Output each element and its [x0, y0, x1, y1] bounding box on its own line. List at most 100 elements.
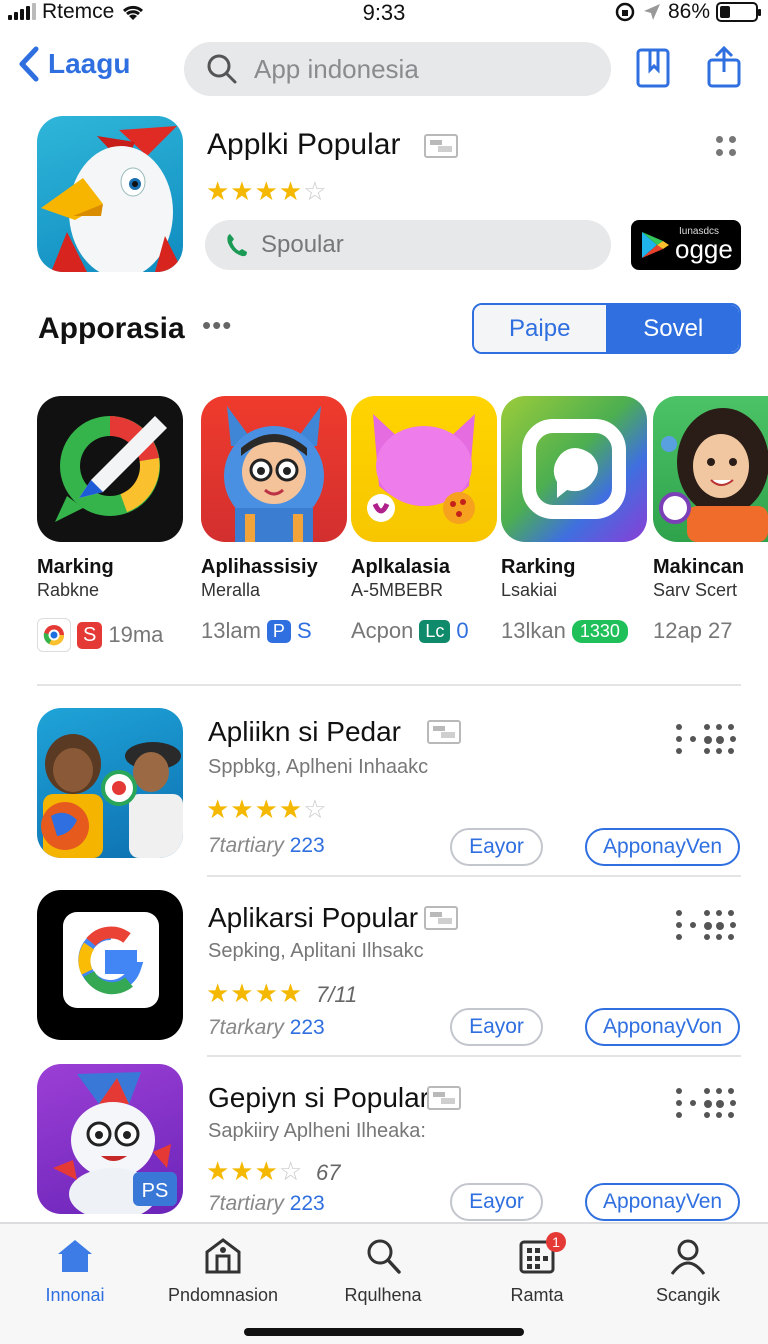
list-item-date: 7tartiary 223: [208, 1192, 325, 1216]
list-item-date-number: 223: [289, 1192, 325, 1215]
app-card[interactable]: Aplihassisiy Meralla 13lam P S: [201, 396, 351, 643]
search-icon: [367, 1239, 401, 1274]
location-icon: [643, 4, 660, 20]
featured-app-icon[interactable]: [37, 116, 183, 272]
get-button[interactable]: ApponayVen: [585, 828, 740, 866]
list-app-icon[interactable]: [37, 708, 183, 858]
card-badge: 1330: [571, 619, 628, 643]
card-name: Rarking: [501, 556, 576, 578]
notification-badge: 1: [546, 1232, 566, 1252]
more-icon[interactable]: [676, 1088, 738, 1118]
list-item-date-label: 7tarkary: [208, 1016, 284, 1039]
camera-app-icon[interactable]: [501, 396, 647, 542]
list-item-subtitle: Sppbkg, Aplheni Inhaakc: [208, 756, 429, 778]
hooded-kid-app-icon[interactable]: [201, 396, 347, 542]
list-item-rating-stars: ★★★★☆: [206, 794, 328, 824]
snowman-mascot-icon: PS: [53, 1072, 177, 1214]
card-badge: Lc: [419, 619, 451, 643]
girl-avatar-app-icon[interactable]: [653, 396, 768, 542]
card-meta: S 19ma: [37, 618, 163, 652]
secondary-button[interactable]: Eayor: [450, 828, 543, 866]
tab-search[interactable]: Rqulhena: [308, 1236, 458, 1306]
list-item-rating-stars: ★★★★: [206, 978, 304, 1008]
tab-store[interactable]: Pndomnasion: [148, 1236, 298, 1306]
featured-rating-stars: ★★★★☆: [206, 176, 328, 206]
card-meta-text: Acpon: [351, 618, 414, 643]
secondary-button[interactable]: Eayor: [450, 1183, 543, 1221]
featured-text-field[interactable]: [261, 231, 561, 259]
share-icon[interactable]: [706, 46, 742, 88]
hooded-kid-icon: [224, 406, 324, 542]
more-icon[interactable]: [676, 724, 738, 754]
pink-cat-app-icon[interactable]: [351, 396, 497, 542]
list-item-rating-stars: ★★★☆: [206, 1156, 304, 1186]
segment-paipe[interactable]: Paipe: [474, 305, 608, 352]
badge-text: ogge: [675, 234, 733, 264]
card-subtitle: Rabkne: [37, 580, 100, 600]
card-badge: S: [77, 621, 103, 649]
bird-mascot-icon: [41, 126, 183, 272]
tab-label: Rqulhena: [344, 1285, 422, 1305]
chevron-left-icon: [19, 46, 39, 82]
row-divider: [207, 1055, 741, 1057]
card-subtitle: Meralla: [201, 580, 261, 600]
tab-apps[interactable]: 1 Ramta: [462, 1232, 612, 1306]
app-card[interactable]: Aplkalasia A​-5MBEBR Acpon Lc 0: [351, 396, 501, 643]
more-icon[interactable]: [676, 910, 738, 940]
chrome-icon: [37, 618, 71, 652]
info-card-icon: [427, 720, 461, 744]
app-card[interactable]: Makincan Sarv Scert 12ap 27: [653, 396, 768, 643]
chat-pen-app-icon[interactable]: [37, 396, 183, 542]
list-item-date-label: 7tartiary: [208, 834, 284, 857]
tab-label: Scangik: [655, 1285, 721, 1305]
segment-sovel[interactable]: Sovel: [607, 305, 739, 352]
battery-icon: [716, 2, 761, 22]
tab-profile[interactable]: Scangik: [613, 1236, 763, 1306]
more-icon[interactable]: [716, 136, 738, 158]
search-input[interactable]: [254, 53, 574, 85]
card-name: Makincan: [653, 556, 745, 578]
tab-bar: Innonai Pndomnasion Rqulhena 1 Ramta Sca…: [0, 1222, 768, 1344]
info-card-icon: [424, 906, 458, 930]
list-item-date-label: 7tartiary: [208, 1192, 284, 1215]
home-indicator: [244, 1328, 524, 1336]
secondary-button[interactable]: Eayor: [450, 1008, 543, 1046]
search-icon: [207, 54, 237, 84]
info-card-icon: [427, 1086, 461, 1110]
back-label: Laagu: [48, 48, 131, 79]
google-play-badge[interactable]: Iunasdcs ogge: [631, 220, 741, 270]
card-name: Aplkalasia: [351, 556, 450, 578]
back-button[interactable]: Laagu: [18, 46, 130, 82]
list-item-title: Gepiyn si Popular: [208, 1082, 430, 1113]
list-item-date: 7tarkary 223: [208, 1016, 325, 1040]
section-title: Apporasia: [38, 312, 185, 345]
section-more-button[interactable]: •••: [202, 310, 232, 341]
app-card[interactable]: Marking Rabkne S 19ma: [37, 396, 187, 652]
list-app-icon[interactable]: PS: [37, 1064, 183, 1214]
search-bar[interactable]: [184, 42, 611, 96]
card-subtitle: Sarv Scert: [653, 580, 738, 600]
list-item-subtitle: Sepking, Aplitani Ilhsakc: [208, 940, 424, 962]
get-button[interactable]: ApponayVon: [585, 1008, 740, 1046]
app-card[interactable]: Rarking Lsakiai 13lkan 1330: [501, 396, 651, 643]
featured-input[interactable]: [205, 220, 611, 270]
tab-label: Innonai: [45, 1285, 105, 1305]
tab-home[interactable]: Innonai: [0, 1236, 150, 1306]
featured-title: Applki Popular: [207, 128, 401, 161]
card-meta: 13lam P S: [201, 618, 312, 644]
card-badge: P: [266, 619, 291, 643]
get-button[interactable]: ApponayVen: [585, 1183, 740, 1221]
info-card-icon: [424, 134, 458, 158]
card-meta-text: 13lam: [201, 618, 261, 643]
chat-bubble-icon: [55, 416, 167, 522]
list-item-rating-text: 67: [316, 1160, 341, 1185]
list-item-rating-text: 7/11: [316, 982, 358, 1007]
bookmark-icon[interactable]: [636, 46, 670, 88]
kids-globe-icon: [41, 734, 183, 858]
segmented-control: Paipe Sovel: [472, 303, 741, 354]
card-badge-extra: S: [296, 618, 312, 643]
status-bar: Rtemce 9:33 86%: [0, 0, 768, 26]
list-item-date-number: 223: [289, 1016, 325, 1039]
list-app-icon[interactable]: [37, 890, 183, 1040]
card-meta: 12ap 27: [653, 618, 733, 644]
